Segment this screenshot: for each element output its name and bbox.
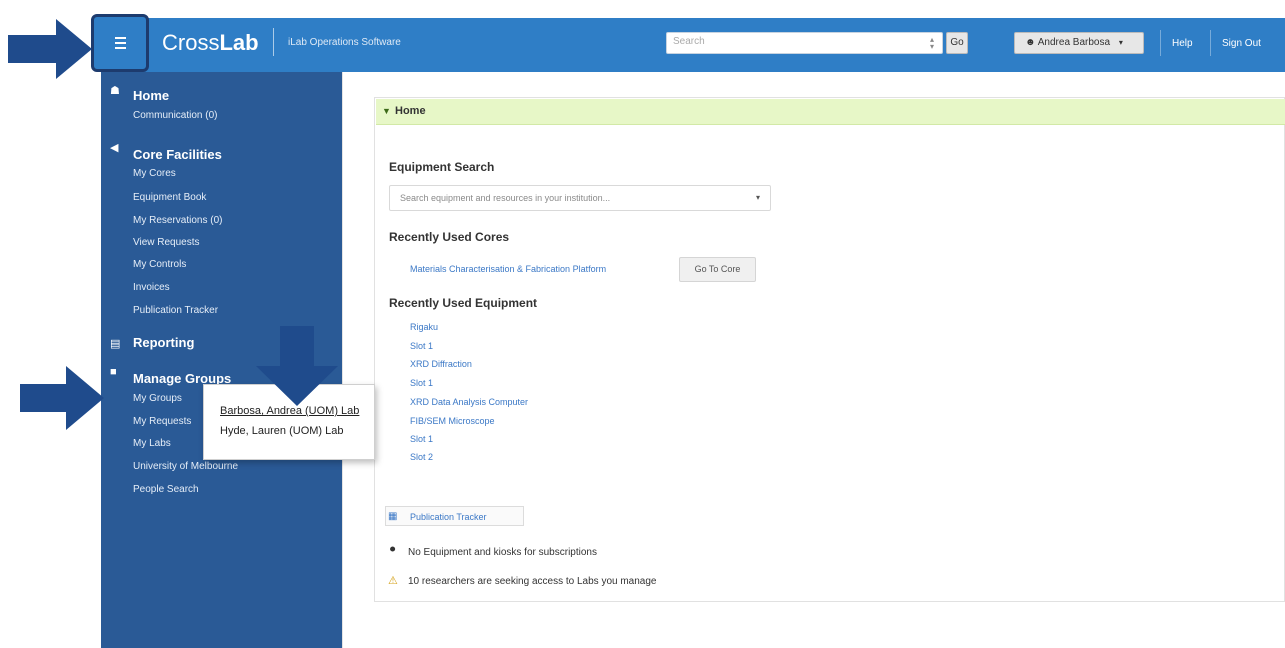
- arrow-down-icon: [256, 326, 338, 406]
- home-panel: [374, 97, 1285, 602]
- user-name: Andrea Barbosa: [1037, 37, 1111, 48]
- chevron-down-icon: ▾: [755, 193, 760, 202]
- sidebar-item-publication-tracker[interactable]: Publication Tracker: [133, 305, 218, 316]
- app-subtitle: iLab Operations Software: [288, 37, 401, 48]
- publication-tracker-link[interactable]: Publication Tracker: [410, 512, 487, 522]
- logo-divider: [273, 28, 274, 56]
- hamburger-menu-button[interactable]: [91, 14, 149, 72]
- equipment-link[interactable]: Slot 1: [410, 434, 433, 444]
- equipment-link[interactable]: Slot 2: [410, 452, 433, 462]
- equipment-link[interactable]: XRD Data Analysis Computer: [410, 397, 528, 407]
- recent-cores-label: Recently Used Cores: [389, 230, 510, 244]
- sidebar-item-my-groups[interactable]: My Groups: [133, 393, 182, 404]
- sidebar-item-people-search[interactable]: People Search: [133, 484, 199, 495]
- recent-equipment-label: Recently Used Equipment: [389, 296, 538, 310]
- bar-chart-icon: ▤: [110, 338, 121, 350]
- search-stepper-icon[interactable]: ▴ ▾: [927, 36, 937, 51]
- sign-out-link[interactable]: Sign Out: [1222, 38, 1261, 49]
- user-icon: ☻: [1025, 37, 1036, 48]
- equipment-link[interactable]: FIB/SEM Microscope: [410, 416, 495, 426]
- pin-icon: ⚫: [388, 544, 398, 556]
- equipment-notice: No Equipment and kiosks for subscription…: [408, 547, 597, 558]
- hamburger-icon: [115, 37, 126, 49]
- recent-core-link[interactable]: Materials Characterisation & Fabrication…: [410, 264, 606, 274]
- arrow-right-icon: [20, 366, 104, 430]
- groups-icon: ■: [110, 366, 117, 378]
- sidebar-item-my-requests[interactable]: My Requests: [133, 416, 191, 427]
- user-menu-button[interactable]: ☻ Andrea Barbosa ▾: [1014, 32, 1144, 54]
- go-to-core-button[interactable]: Go To Core: [679, 257, 756, 282]
- equipment-search-placeholder: Search equipment and resources in your i…: [400, 193, 611, 203]
- share-icon: ◀: [110, 142, 119, 154]
- collapse-triangle-icon: ▼: [382, 106, 391, 116]
- sidebar-item-invoices[interactable]: Invoices: [133, 282, 170, 293]
- popup-item-barbosa-lab[interactable]: Barbosa, Andrea (UOM) Lab: [220, 405, 359, 417]
- home-icon: ☗: [110, 85, 120, 97]
- sidebar-section-reporting[interactable]: Reporting: [133, 335, 194, 350]
- nav-divider: [1160, 30, 1161, 56]
- panel-title: Home: [395, 105, 426, 117]
- sidebar-item-my-controls[interactable]: My Controls: [133, 259, 186, 270]
- equipment-link[interactable]: Slot 1: [410, 341, 433, 351]
- sidebar-item-view-requests[interactable]: View Requests: [133, 237, 200, 248]
- equipment-search-label: Equipment Search: [389, 160, 495, 174]
- publication-icon: ▦: [388, 511, 398, 522]
- nav-divider: [1210, 30, 1211, 56]
- sidebar-section-core-facilities[interactable]: Core Facilities: [133, 147, 222, 162]
- panel-header[interactable]: ▼ Home: [376, 99, 1285, 125]
- equipment-link[interactable]: Rigaku: [410, 322, 438, 332]
- sidebar-item-my-labs[interactable]: My Labs: [133, 438, 171, 449]
- sidebar-item-communication[interactable]: Communication (0): [133, 110, 217, 121]
- arrow-right-icon: [8, 19, 92, 79]
- logo-text-cross: Cross: [162, 30, 220, 55]
- equipment-link[interactable]: Slot 1: [410, 378, 433, 388]
- crosslab-logo[interactable]: CrossLab: [162, 30, 259, 56]
- sidebar-item-university[interactable]: University of Melbourne: [133, 461, 238, 472]
- help-link[interactable]: Help: [1172, 38, 1193, 49]
- search-input[interactable]: Search: [666, 32, 943, 54]
- warning-icon: ⚠: [388, 575, 398, 587]
- logo-text-lab: Lab: [219, 30, 259, 55]
- sidebar-item-equipment-book[interactable]: Equipment Book: [133, 192, 206, 203]
- equipment-link[interactable]: XRD Diffraction: [410, 359, 472, 369]
- equipment-search-select[interactable]: Search equipment and resources in your i…: [389, 185, 771, 211]
- go-button[interactable]: Go: [946, 32, 968, 54]
- sidebar-section-home[interactable]: Home: [133, 88, 169, 103]
- sidebar-item-my-reservations[interactable]: My Reservations (0): [133, 215, 222, 226]
- access-request-notice[interactable]: 10 researchers are seeking access to Lab…: [408, 576, 656, 587]
- popup-item-hyde-lab[interactable]: Hyde, Lauren (UOM) Lab: [220, 425, 344, 437]
- chevron-down-icon: ▾: [1118, 38, 1123, 47]
- sidebar-item-my-cores[interactable]: My Cores: [133, 168, 176, 179]
